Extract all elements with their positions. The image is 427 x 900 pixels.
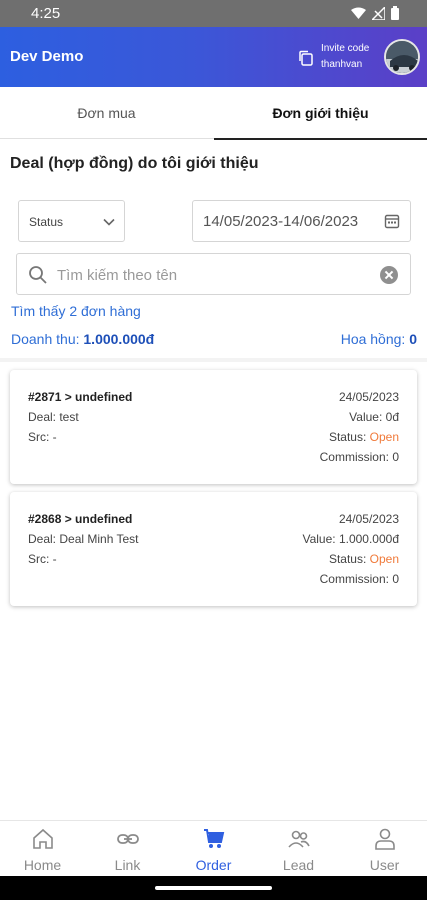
status-icons [351,6,399,20]
link-icon [117,834,139,844]
nav-home-label: Home [23,857,62,873]
order-commission: Commission: 0 [319,572,399,586]
order-status-label: Status: [328,552,367,566]
order-src: Src: - [28,552,57,566]
order-tabs: Đơn mua Đơn giới thiệu [0,87,427,140]
search-box [16,253,411,295]
order-date: 24/05/2023 [338,512,399,526]
invite-code: thanhvan [321,59,363,70]
copy-icon [299,50,313,66]
order-status: Status: Open [329,430,399,444]
user-icon [375,828,395,850]
order-deal: Deal: Deal Minh Test [28,532,139,546]
order-status-label: Status: [328,430,367,444]
commission-summary: Hoa hồng: 0 [341,331,417,347]
result-count: Tìm thấy 2 đơn hàng [11,303,141,319]
invite-label: Invite code [321,43,370,54]
commission-value: 0 [409,331,417,347]
avatar[interactable] [384,39,420,75]
nav-order-label: Order [195,857,232,873]
order-date: 24/05/2023 [338,390,399,404]
order-code: #2871 > undefined [28,390,133,404]
nav-link-label: Link [114,857,141,873]
tab-don-mua[interactable]: Đơn mua [0,87,213,139]
status-dropdown[interactable]: Status [18,200,125,242]
revenue-value: 1.000.000đ [83,331,155,347]
divider [0,358,427,362]
people-icon [288,830,310,848]
invite-code-button[interactable]: Invite code thanhvan [298,41,384,75]
date-range-picker[interactable]: 14/05/2023-14/06/2023 [192,200,411,242]
app-header: Dev Demo Invite code thanhvan [0,27,427,87]
status-badge: Open [369,552,399,566]
nav-order[interactable]: Order [171,821,256,877]
nav-user[interactable]: User [342,821,427,877]
wifi-icon [351,7,366,19]
order-commission: Commission: 0 [319,450,399,464]
status-time: 4:25 [31,5,61,22]
revenue-label: Doanh thu: [11,331,80,347]
section-title: Deal (hợp đồng) do tôi giới thiệu [10,155,259,172]
nav-lead-label: Lead [282,857,315,873]
battery-icon [391,6,399,20]
status-dropdown-label: Status [29,215,64,229]
commission-label: Hoa hồng: [340,331,406,347]
order-src: Src: - [28,430,57,444]
chevron-down-icon [103,218,115,226]
revenue-summary: Doanh thu: 1.000.000đ [11,331,154,347]
order-status: Status: Open [329,552,399,566]
clear-search-icon[interactable] [380,266,398,284]
nav-user-label: User [369,857,400,873]
cart-icon [204,829,225,848]
nav-home[interactable]: Home [0,821,85,877]
order-value: Value: 0đ [349,410,399,424]
status-badge: Open [369,430,399,444]
order-card[interactable]: #2871 > undefined Deal: test Src: - 24/0… [10,370,417,484]
date-range-value: 14/05/2023-14/06/2023 [203,213,359,230]
order-card[interactable]: #2868 > undefined Deal: Deal Minh Test S… [10,492,417,606]
gesture-bar [0,876,427,900]
nav-link[interactable]: Link [85,821,170,877]
tab-don-gioi-thieu[interactable]: Đơn giới thiệu [214,87,427,140]
bottom-nav: Home Link Order Lead User [0,820,427,876]
home-icon [33,828,53,849]
order-code: #2868 > undefined [28,512,133,526]
avatar-image [386,41,418,73]
home-indicator[interactable] [155,886,272,890]
order-deal: Deal: test [28,410,79,424]
app-title: Dev Demo [10,48,84,65]
nav-lead[interactable]: Lead [256,821,341,877]
order-value: Value: 1.000.000đ [302,532,399,546]
search-icon [29,266,47,284]
calendar-icon [384,214,400,229]
status-bar: 4:25 [0,0,427,27]
search-input[interactable] [57,262,367,288]
signal-icon [372,6,385,20]
